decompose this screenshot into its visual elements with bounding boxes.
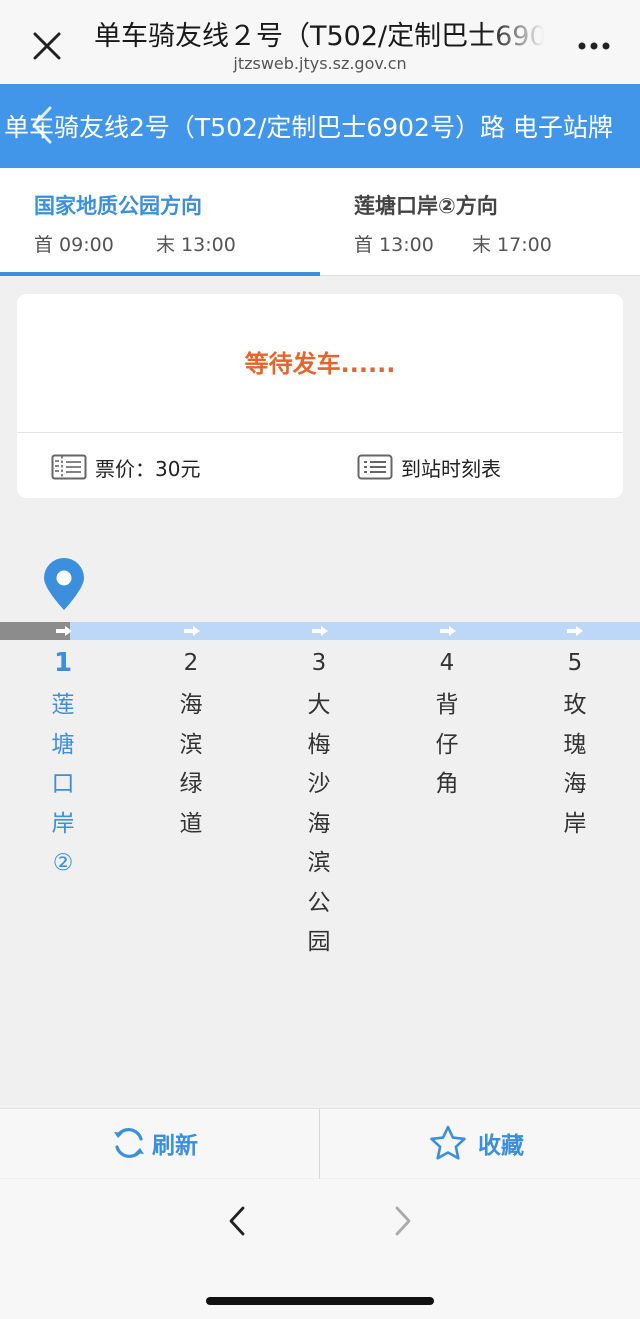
first-bus-time: 首 09:00 <box>34 234 114 256</box>
favorite-button[interactable]: 收藏 <box>428 1123 524 1163</box>
page-url: jtzsweb.jtys.sz.gov.cn <box>233 54 407 73</box>
browser-top-bar: 单车骑友线２号（T502/定制巴士6902号）路 电子站牌 jtzsweb.jt… <box>0 0 640 84</box>
direction-tabs: 国家地质公园方向 首 09:00 末 13:00 莲塘口岸②方向 首 13:00… <box>0 168 640 276</box>
action-bar: 刷新 收藏 <box>0 1108 640 1179</box>
header-back-button[interactable] <box>24 102 60 148</box>
divider <box>17 432 623 433</box>
tab-direction-liantang-port[interactable]: 莲塘口岸②方向 首 13:00 末 17:00 <box>320 168 640 276</box>
favorite-label: 收藏 <box>478 1133 524 1159</box>
refresh-label: 刷新 <box>152 1133 198 1159</box>
browser-nav-bar <box>0 1179 640 1319</box>
chevron-right-icon <box>395 1206 411 1236</box>
stop-number: 5 <box>567 650 583 676</box>
back-arrow-icon <box>32 106 52 144</box>
list-icon <box>357 454 393 480</box>
tab-selected-indicator <box>0 272 320 276</box>
divider <box>319 1109 320 1179</box>
last-bus-time: 末 17:00 <box>472 234 552 256</box>
first-bus-time: 首 13:00 <box>354 234 434 256</box>
refresh-button[interactable]: 刷新 <box>110 1123 198 1163</box>
chevron-left-icon <box>229 1206 245 1236</box>
stop-item[interactable]: 2 海滨绿道 <box>161 646 221 844</box>
direction-arrow-icon <box>567 626 583 636</box>
ticket-icon <box>51 454 87 480</box>
timetable-link[interactable]: 到站时刻表 <box>357 452 501 482</box>
direction-arrow-icon <box>184 626 200 636</box>
direction-arrow-icon <box>440 626 456 636</box>
stop-name: 莲塘口岸② <box>51 692 75 876</box>
last-bus-time: 末 13:00 <box>156 234 236 256</box>
stop-number: 1 <box>53 648 73 678</box>
stop-item[interactable]: 4 背仔角 <box>417 646 477 805</box>
browser-forward-button[interactable] <box>388 1203 418 1239</box>
more-icon <box>578 42 610 50</box>
direction-arrow-icon <box>312 626 328 636</box>
stop-number: 4 <box>439 650 455 676</box>
stop-item[interactable]: 3 大梅沙海滨公园 <box>289 646 349 963</box>
star-icon <box>430 1125 466 1160</box>
status-card: 等待发车...... 票价：30元 到站时刻表 <box>17 294 623 498</box>
stop-item[interactable]: 1 莲塘口岸② <box>33 646 93 884</box>
fare-label: 票价：30元 <box>95 456 201 481</box>
stop-number: 2 <box>183 650 199 676</box>
stop-name: 背仔角 <box>435 692 459 797</box>
tab-label: 国家地质公园方向 <box>34 194 202 218</box>
route-title: 单车骑友线2号（T502/定制巴士6902号）路 电子站牌 <box>4 113 613 142</box>
location-pin-icon <box>44 558 84 610</box>
stop-number: 3 <box>311 650 327 676</box>
direction-arrow-icon <box>56 626 72 636</box>
stop-name: 大梅沙海滨公园 <box>307 692 331 955</box>
fare-info: 票价：30元 <box>51 452 200 482</box>
tab-direction-national-geopark[interactable]: 国家地质公园方向 首 09:00 末 13:00 <box>0 168 320 276</box>
route-header: 单车骑友线2号（T502/定制巴士6902号）路 电子站牌 <box>0 84 640 168</box>
browser-back-button[interactable] <box>222 1203 252 1239</box>
home-indicator <box>206 1297 434 1305</box>
stop-item[interactable]: 5 玫瑰海岸 <box>545 646 605 844</box>
refresh-icon <box>114 1128 144 1158</box>
stop-name: 海滨绿道 <box>179 692 203 837</box>
bus-status: 等待发车...... <box>244 350 396 378</box>
stop-name: 玫瑰海岸 <box>563 692 587 837</box>
timetable-label: 到站时刻表 <box>401 456 501 481</box>
tab-label: 莲塘口岸②方向 <box>354 194 498 218</box>
page-title: 单车骑友线２号（T502/定制巴士6902号）路 电子站牌 <box>94 21 544 52</box>
more-button[interactable] <box>572 30 616 60</box>
